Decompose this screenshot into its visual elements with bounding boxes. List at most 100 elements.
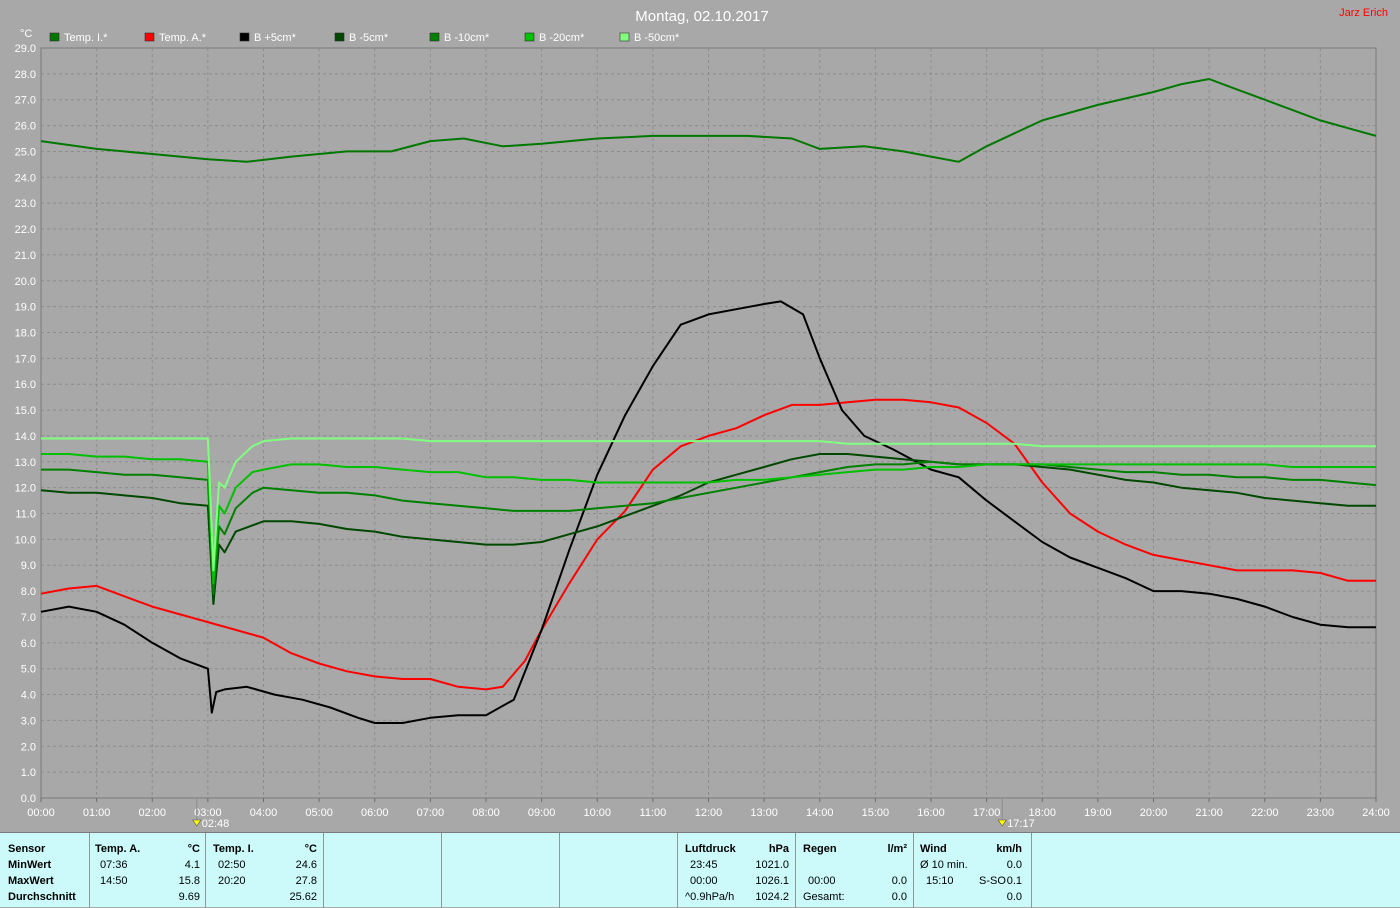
x-tick-label: 08:00 xyxy=(472,807,500,819)
luftdruck-header: Luftdruck xyxy=(685,843,736,855)
wind-total-value: 0.0 xyxy=(1006,891,1022,903)
y-tick-label: 27.0 xyxy=(15,95,36,107)
sunrise-icon xyxy=(192,819,202,827)
regen-unit: l/m² xyxy=(887,843,907,855)
author-label: Jarz Erich xyxy=(1339,7,1388,19)
x-tick-label: 20:00 xyxy=(1140,807,1168,819)
temp-a-min-time: 07:36 xyxy=(100,859,128,871)
y-tick-label: 26.0 xyxy=(15,121,36,133)
y-tick-label: 4.0 xyxy=(21,690,36,702)
temp-a-header: Temp. A. xyxy=(95,843,141,855)
y-tick-label: 23.0 xyxy=(15,198,36,210)
temperature-chart: 0.0 1.0 2.0 3.0 4.0 5.0 6.0 7.0 8.0 9.0 10.0 11.0 12… xyxy=(15,7,1390,830)
legend-label-1: Temp. I.* xyxy=(64,32,108,44)
temp-a-max-time: 14:50 xyxy=(100,875,128,887)
y-tick-label: 7.0 xyxy=(21,612,36,624)
temp-i-avg-value: 25.62 xyxy=(289,891,317,903)
statistics-panel: Sensor MinWert MaxWert Durchschnitt Temp… xyxy=(0,832,1400,908)
y-tick-label: 11.0 xyxy=(15,509,36,521)
sunset-icon xyxy=(997,819,1007,827)
legend-label-4: B -5cm* xyxy=(349,32,389,44)
y-tick-label: 25.0 xyxy=(15,146,36,158)
x-tick-label: 15:00 xyxy=(862,807,890,819)
sunrise-time-label: 02:48 xyxy=(202,818,230,830)
luftdruck-unit: hPa xyxy=(768,843,789,855)
y-unit-label: °C xyxy=(20,28,32,40)
x-tick-label: 07:00 xyxy=(417,807,445,819)
y-tick-label: 1.0 xyxy=(21,767,36,779)
y-tick-label: 21.0 xyxy=(15,250,36,262)
luftdruck-min-time: 23:45 xyxy=(690,859,718,871)
wind-header: Wind xyxy=(920,843,947,855)
x-tick-label: 01:00 xyxy=(83,807,111,819)
x-tick-label: 10:00 xyxy=(583,807,611,819)
maxwert-label: MaxWert xyxy=(8,875,54,887)
temp-i-unit: °C xyxy=(304,843,317,855)
legend-swatch-1 xyxy=(49,32,60,42)
y-tick-label: 13.0 xyxy=(15,457,36,469)
x-tick-label: 11:00 xyxy=(640,807,667,819)
y-tick-label: 17.0 xyxy=(15,353,36,365)
legend-label-5: B -10cm* xyxy=(444,32,490,44)
x-tick-label: 12:00 xyxy=(695,807,723,819)
chart-title: Montag, 02.10.2017 xyxy=(635,8,768,25)
y-tick-label: 8.0 xyxy=(21,586,36,598)
temp-a-min-value: 4.1 xyxy=(184,859,200,871)
x-tick-label: 13:00 xyxy=(750,807,778,819)
luftdruck-max-value: 1026.1 xyxy=(755,875,789,887)
x-tick-label: 21:00 xyxy=(1195,807,1223,819)
x-tick-label: 22:00 xyxy=(1251,807,1279,819)
x-tick-label: 17:00 xyxy=(973,807,1001,819)
temp-i-max-value: 27.8 xyxy=(295,875,317,887)
temp-i-header: Temp. I. xyxy=(213,843,254,855)
y-tick-label: 22.0 xyxy=(15,224,36,236)
y-tick-label: 19.0 xyxy=(15,302,36,314)
y-tick-label: 18.0 xyxy=(15,327,36,339)
x-tick-label: 04:00 xyxy=(250,807,278,819)
legend-swatch-3 xyxy=(239,32,250,42)
y-tick-label: 14.0 xyxy=(15,431,36,443)
temp-i-max-time: 20:20 xyxy=(218,875,246,887)
temp-i-min-value: 24.6 xyxy=(295,859,317,871)
regen-total-label: Gesamt: xyxy=(803,891,845,903)
x-tick-label: 24:00 xyxy=(1362,807,1390,819)
legend-swatch-6 xyxy=(524,32,535,42)
durchschnitt-label: Durchschnitt xyxy=(8,891,76,903)
sunset-time-label: 17:17 xyxy=(1007,818,1035,830)
x-tick-label: 05:00 xyxy=(305,807,333,819)
y-tick-label: 15.0 xyxy=(15,405,36,417)
temp-a-avg-value: 9.69 xyxy=(178,891,200,903)
luftdruck-trend: ^0.9hPa/h xyxy=(685,891,735,903)
legend-label-3: B +5cm* xyxy=(254,32,297,44)
legend-swatch-7 xyxy=(619,32,630,42)
sensor-header: Sensor xyxy=(8,843,46,855)
y-tick-label: 0.0 xyxy=(21,793,36,805)
y-tick-label: 6.0 xyxy=(21,638,36,650)
y-tick-label: 2.0 xyxy=(21,741,36,753)
legend-label-2: Temp. A.* xyxy=(159,32,207,44)
y-tick-label: 20.0 xyxy=(15,276,36,288)
legend-swatch-2 xyxy=(144,32,155,42)
wind-unit: km/h xyxy=(996,843,1022,855)
x-tick-label: 14:00 xyxy=(806,807,834,819)
legend-swatch-5 xyxy=(429,32,440,42)
x-tick-label: 19:00 xyxy=(1084,807,1112,819)
minwert-label: MinWert xyxy=(8,859,52,871)
regen-total-value: 0.0 xyxy=(891,891,907,903)
wind-max-value: 0.1 xyxy=(1006,875,1022,887)
y-tick-label: 9.0 xyxy=(21,560,36,572)
x-tick-label: 09:00 xyxy=(528,807,556,819)
x-tick-label: 00:00 xyxy=(27,807,55,819)
luftdruck-avg-value: 1024.2 xyxy=(755,891,789,903)
temp-i-min-time: 02:50 xyxy=(218,859,246,871)
legend-swatch-4 xyxy=(334,32,345,42)
legend-label-7: B -50cm* xyxy=(634,32,680,44)
x-tick-label: 16:00 xyxy=(917,807,945,819)
wind-avg-value: 0.0 xyxy=(1006,859,1022,871)
legend-label-6: B -20cm* xyxy=(539,32,585,44)
regen-max-time: 00:00 xyxy=(808,875,836,887)
y-tick-label: 16.0 xyxy=(15,379,36,391)
luftdruck-min-value: 1021.0 xyxy=(755,859,789,871)
regen-max-value: 0.0 xyxy=(891,875,907,887)
x-tick-label: 23:00 xyxy=(1307,807,1335,819)
